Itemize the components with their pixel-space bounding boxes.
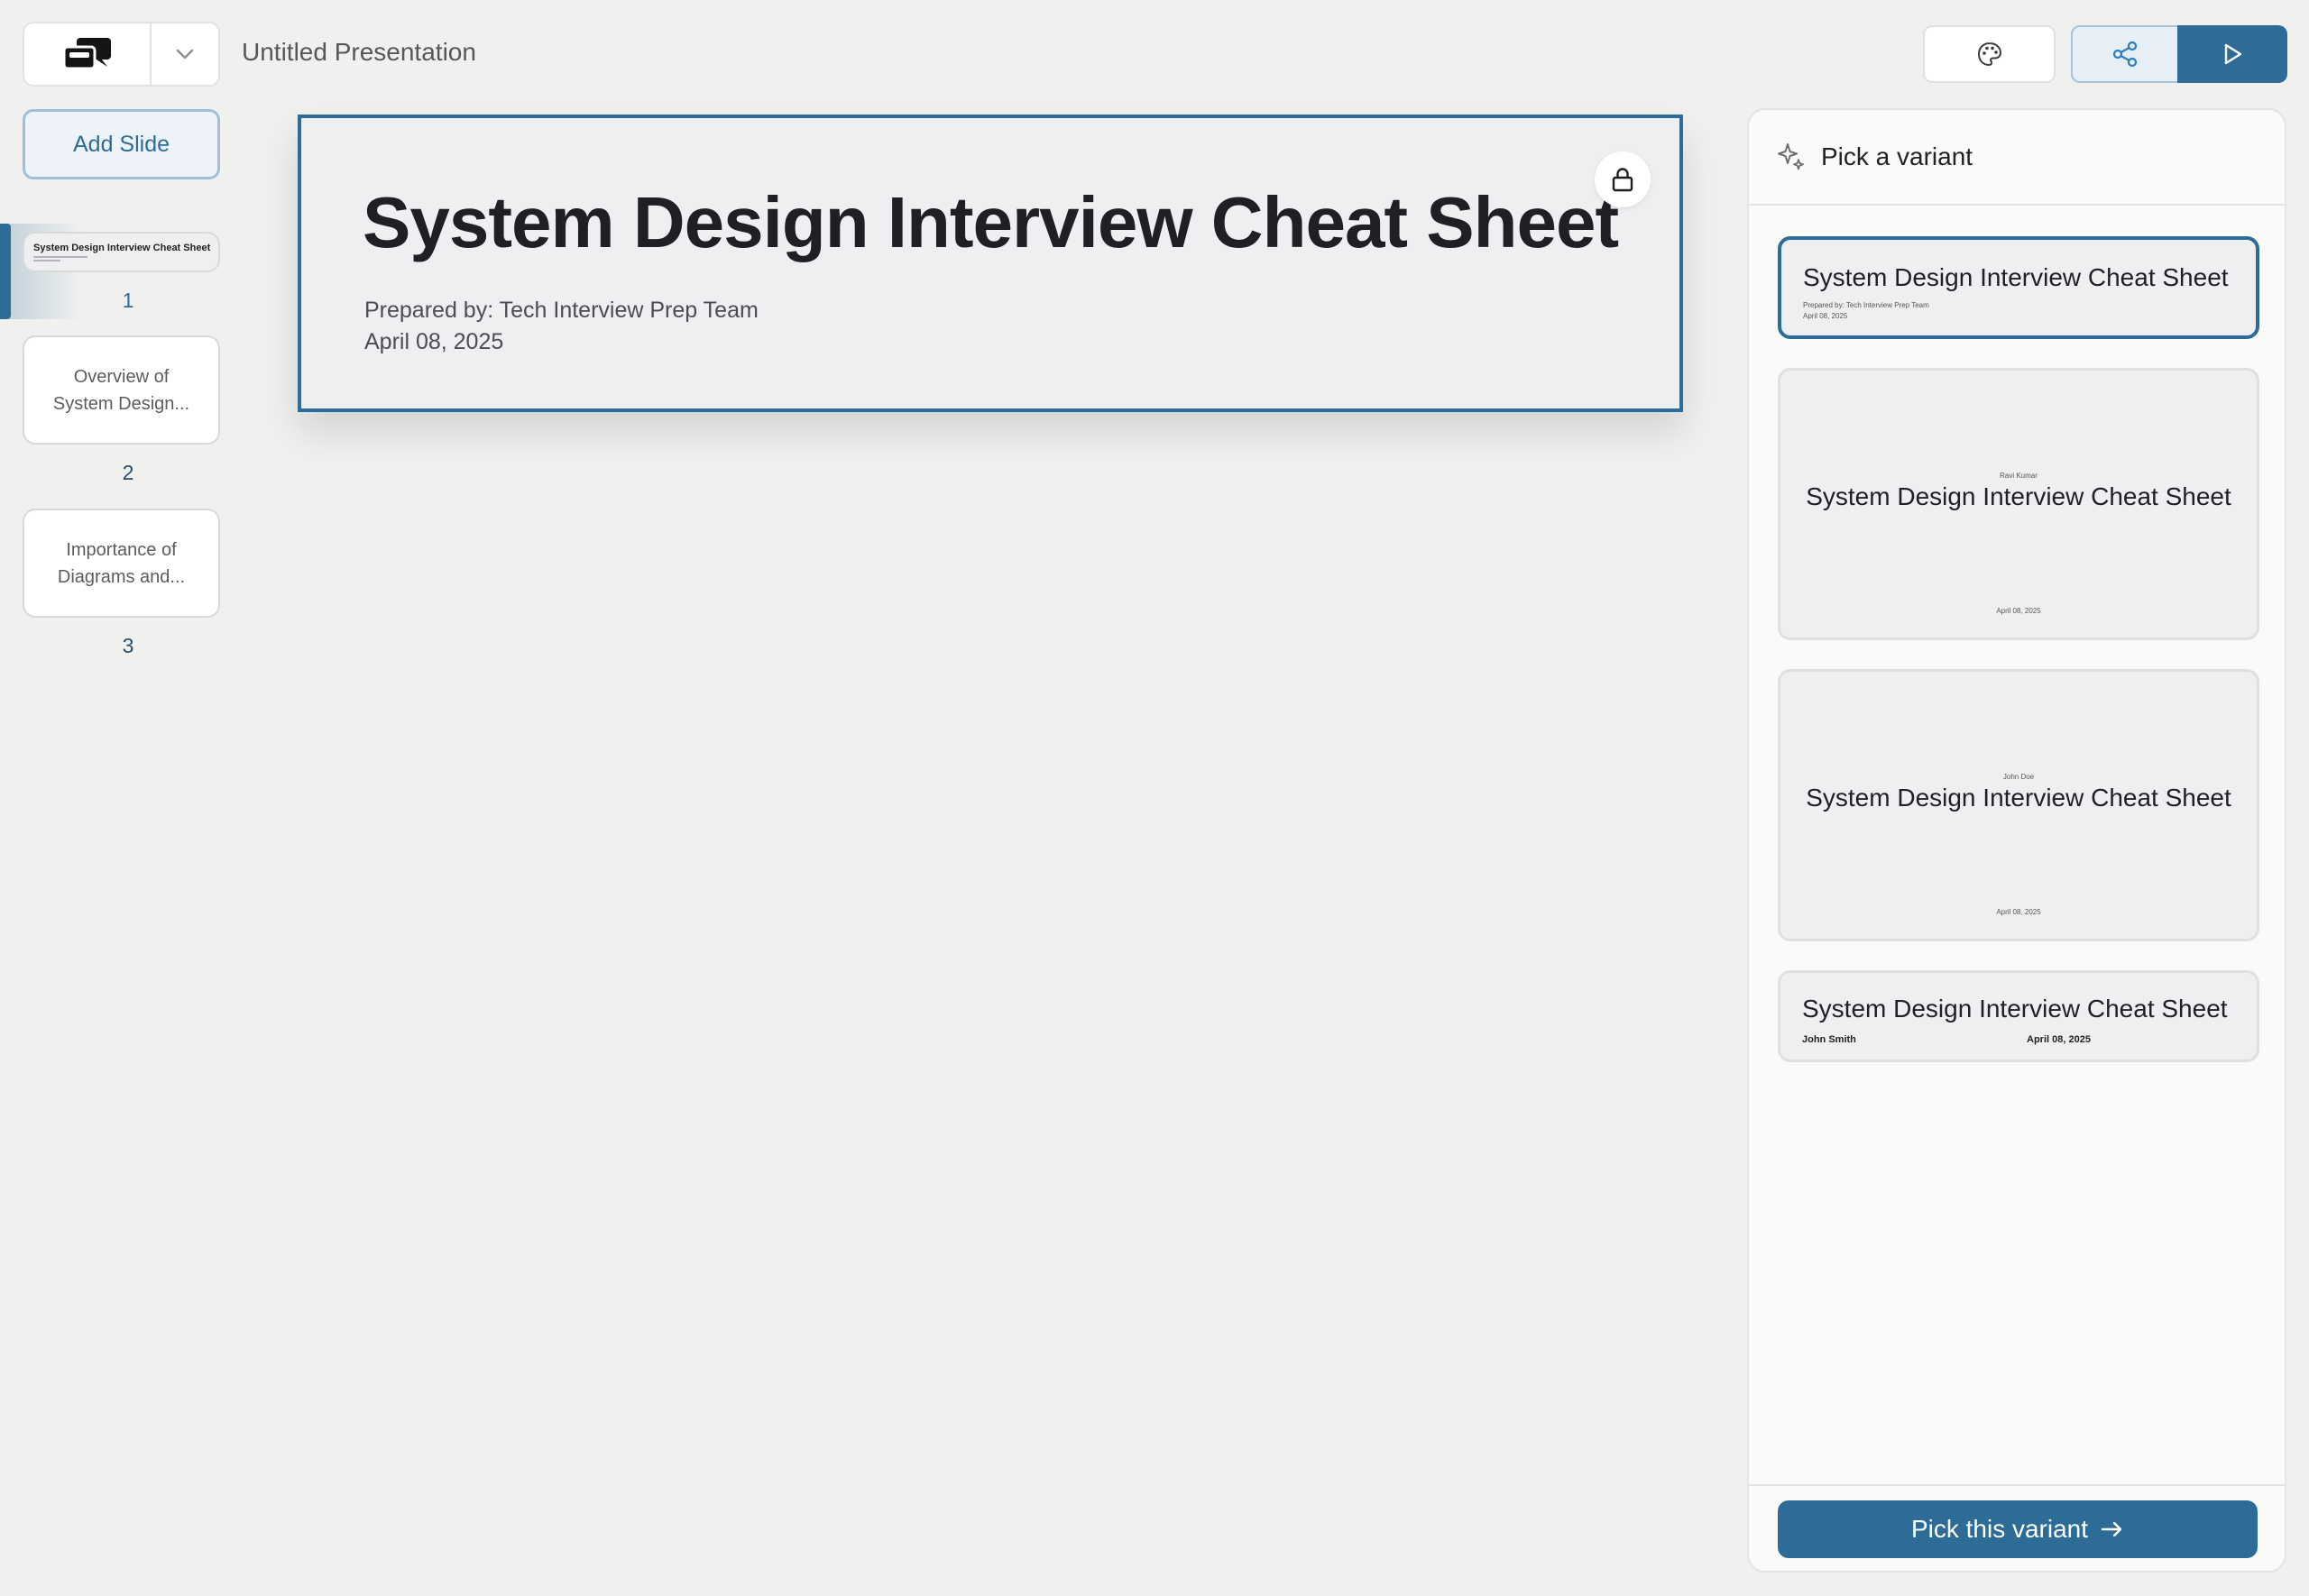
logo-button[interactable] (24, 23, 152, 85)
panel-title: Pick a variant (1821, 142, 1973, 170)
panel-header: Pick a variant (1749, 110, 2285, 206)
share-icon (2112, 41, 2138, 68)
slide-subtitle[interactable]: Prepared by: Tech Interview Prep Team Ap… (364, 295, 759, 358)
slide-number-3: 3 (122, 634, 134, 657)
variant-title: System Design Interview Cheat Sheet (1806, 482, 2231, 510)
pick-variant-label: Pick this variant (1910, 1515, 2089, 1543)
variant-author: John Doe (2002, 773, 2035, 781)
theme-button[interactable] (1923, 25, 2056, 83)
slide-date[interactable]: April 08, 2025 (364, 326, 759, 358)
slide-thumbnail-1[interactable]: System Design Interview Cheat Sheet (23, 232, 220, 272)
arrow-right-icon (2101, 1520, 2124, 1538)
logo-dropdown[interactable] (152, 23, 218, 85)
variant-title: System Design Interview Cheat Sheet (1802, 995, 2228, 1023)
slide-title[interactable]: System Design Interview Cheat Sheet (363, 181, 1619, 264)
palette-icon (1977, 41, 2001, 67)
slide-thumbnail-3[interactable]: Importance of Diagrams and... (23, 509, 220, 618)
variant-title: System Design Interview Cheat Sheet (1806, 784, 2231, 812)
thumbnail-text: Importance of Diagrams and... (57, 539, 186, 587)
variant-panel: Pick a variant System Design Interview C… (1747, 108, 2286, 1573)
prepared-by-text[interactable]: Prepared by: Tech Interview Prep Team (364, 295, 759, 326)
variant-date: April 08, 2025 (1803, 312, 1848, 320)
panel-footer: Pick this variant (1749, 1484, 2285, 1571)
thumbnail-line (33, 256, 87, 258)
thumbnail-title: System Design Interview Cheat Sheet (33, 243, 211, 253)
active-slide-marker (0, 224, 11, 319)
play-icon (2224, 43, 2242, 65)
present-button[interactable] (2177, 25, 2287, 83)
slide-number-2: 2 (122, 461, 134, 484)
logo-menu[interactable] (23, 22, 220, 87)
slide-number-1: 1 (122, 289, 134, 312)
slide-canvas[interactable]: System Design Interview Cheat Sheet Prep… (298, 115, 1683, 412)
add-slide-button[interactable]: Add Slide (23, 109, 220, 179)
presentation-title[interactable]: Untitled Presentation (242, 38, 476, 67)
variant-author: John Smith (1802, 1034, 1856, 1045)
lock-button[interactable] (1595, 151, 1651, 207)
lock-icon (1612, 168, 1633, 192)
thumbnail-text: Overview of System Design... (52, 366, 190, 414)
variant-title: System Design Interview Cheat Sheet (1803, 263, 2229, 291)
share-button[interactable] (2071, 25, 2179, 83)
variant-card-4[interactable]: System Design Interview Cheat Sheet John… (1778, 970, 2259, 1062)
variant-card-2[interactable]: Ravi Kumar System Design Interview Cheat… (1778, 368, 2259, 640)
chevron-down-icon (176, 49, 194, 60)
variant-date: April 08, 2025 (2027, 1034, 2091, 1045)
sparkle-icon (1778, 143, 1804, 170)
variant-date: April 08, 2025 (1996, 607, 2041, 615)
slide-thumbnail-2[interactable]: Overview of System Design... (23, 335, 220, 445)
chat-bubbles-logo (62, 38, 111, 70)
variant-card-1[interactable]: System Design Interview Cheat Sheet Prep… (1778, 236, 2259, 339)
pick-variant-button[interactable]: Pick this variant (1778, 1500, 2258, 1558)
variant-card-3[interactable]: John Doe System Design Interview Cheat S… (1778, 669, 2259, 941)
variant-author: Ravi Kumar (2000, 472, 2038, 480)
variant-date: April 08, 2025 (1996, 908, 2041, 916)
variant-prepared-by: Prepared by: Tech Interview Prep Team (1803, 301, 1929, 309)
thumbnail-line (33, 260, 60, 261)
